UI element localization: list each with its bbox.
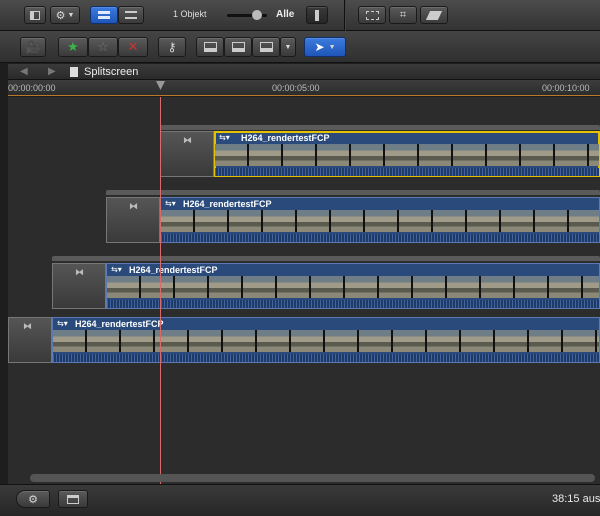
chevron-down-icon: ▼ [328, 43, 336, 51]
transition-icon: ⧓ [75, 267, 84, 277]
film-reel-icon: ⚙ [28, 493, 38, 506]
video-clip[interactable]: H264_rendertestFCP ⇆▾ [214, 131, 600, 177]
connection-bar [52, 256, 600, 261]
clip-name: H264_rendertestFCP [241, 133, 330, 143]
zoom-slider-knob[interactable] [252, 10, 262, 20]
filmstrip [107, 276, 599, 298]
camera-icon: 🎥 [25, 40, 41, 54]
clip-menu-icon[interactable]: ⇆▾ [57, 319, 68, 328]
timeline-header: ◀ ▶ Splitscreen [8, 64, 600, 80]
clip-name: H264_rendertestFCP [129, 265, 218, 275]
filmstrip [215, 144, 599, 166]
import-button[interactable]: 🎥 [20, 37, 46, 57]
edit-mode-menu-button[interactable]: ▼ [280, 37, 296, 57]
project-icon [70, 67, 78, 77]
list-view-button[interactable] [118, 6, 144, 24]
reject-button[interactable]: ✕ [118, 37, 148, 57]
connect-icon [203, 42, 217, 52]
unrate-button[interactable]: ☆ [88, 37, 118, 57]
gap-clip[interactable]: ⧓ [106, 197, 160, 243]
video-clip[interactable]: H264_rendertestFCP ⇆▾ [52, 317, 600, 363]
clip-menu-icon[interactable]: ⇆▾ [165, 199, 176, 208]
favorite-button[interactable]: ★ [58, 37, 88, 57]
duration-status: 38:15 aus [552, 493, 600, 505]
connect-clip-button[interactable] [196, 37, 224, 57]
timeline-area[interactable]: ⧓ H264_rendertestFCP ⇆▾ ⧓ H264_rendertes… [8, 97, 600, 484]
forward-arrow-icon[interactable]: ▶ [48, 66, 56, 77]
star-outline-icon: ☆ [97, 39, 109, 54]
sidebar-icon [30, 10, 40, 20]
project-title: Splitscreen [84, 66, 139, 78]
clip-count-label: 1 Objekt [173, 9, 207, 19]
crop-button[interactable]: ⌗ [389, 6, 417, 24]
clip-name: H264_rendertestFCP [75, 319, 164, 329]
arrow-cursor-icon: ➤ [314, 40, 325, 54]
gap-clip[interactable]: ⧓ [8, 317, 52, 363]
timeline-index-button[interactable] [58, 490, 88, 508]
crop-icon: ⌗ [399, 8, 407, 21]
chevron-down-icon: ▼ [67, 11, 75, 19]
filmstrip-view-button[interactable] [90, 6, 118, 24]
timecode-ruler[interactable]: 00:00:00:00 00:00:05:00 00:00:10:00 [8, 80, 600, 96]
ruler-tick-label: 00:00:05:00 [272, 83, 320, 93]
media-browser-button[interactable]: ⚙ [16, 490, 50, 508]
ruler-tick-label: 00:00:00:00 [8, 83, 56, 93]
connection-bar [106, 190, 600, 195]
ruler-tick-label: 00:00:10:00 [542, 83, 590, 93]
insert-clip-button[interactable] [224, 37, 252, 57]
transform-icon [365, 10, 379, 20]
key-icon: ⚷ [167, 40, 177, 54]
gear-icon: ⚙ [55, 9, 66, 22]
back-arrow-icon[interactable]: ◀ [20, 66, 28, 77]
settings-menu-button[interactable]: ⚙ ▼ [50, 6, 80, 24]
connection-bar [160, 125, 600, 130]
clip-menu-icon[interactable]: ⇆▾ [111, 265, 122, 274]
append-clip-button[interactable] [252, 37, 280, 57]
gap-clip[interactable]: ⧓ [160, 131, 214, 177]
chevron-down-icon: ▼ [284, 43, 292, 51]
filmstrip-view-icon [98, 11, 110, 19]
audio-meter-icon [315, 9, 319, 21]
insert-icon [231, 42, 245, 52]
playhead[interactable] [160, 97, 161, 484]
star-filled-icon: ★ [67, 39, 79, 54]
video-clip[interactable]: H264_rendertestFCP ⇆▾ [106, 263, 600, 309]
filmstrip [161, 210, 599, 232]
zoom-slider[interactable] [224, 7, 270, 23]
distort-button[interactable] [420, 6, 448, 24]
audio-waveform [215, 168, 599, 176]
filmstrip [53, 330, 599, 352]
edit-toolbar: 🎥 ★ ☆ ✕ ⚷ ▼ ➤ ▼ [0, 31, 600, 63]
audio-waveform [161, 234, 599, 242]
clip-name: H264_rendertestFCP [183, 199, 272, 209]
select-tool-button[interactable]: ➤ ▼ [304, 37, 346, 57]
transform-button[interactable] [358, 6, 386, 24]
transition-icon: ⧓ [183, 135, 192, 145]
top-toolbar: ⚙ ▼ 1 Objekt Alle ⌗ [0, 0, 600, 31]
list-icon [67, 494, 79, 504]
bottom-bar: ⚙ 38:15 aus [0, 484, 600, 516]
append-icon [259, 42, 273, 52]
playhead-handle[interactable] [156, 81, 165, 90]
close-icon: ✕ [127, 39, 139, 54]
transition-icon: ⧓ [129, 201, 138, 211]
video-clip[interactable]: H264_rendertestFCP ⇆▾ [160, 197, 600, 243]
distort-icon [425, 10, 443, 20]
audio-waveform [107, 300, 599, 308]
audio-waveform [53, 354, 599, 362]
transition-icon: ⧓ [23, 321, 32, 331]
clip-menu-icon[interactable]: ⇆▾ [219, 133, 230, 142]
sidebar-toggle-button[interactable] [24, 6, 46, 24]
zoom-scope-label: Alle [276, 9, 295, 20]
audio-meter-button[interactable] [306, 6, 328, 24]
list-view-icon [125, 11, 137, 19]
keyword-button[interactable]: ⚷ [158, 37, 186, 57]
gap-clip[interactable]: ⧓ [52, 263, 106, 309]
horizontal-scrollbar[interactable] [30, 474, 595, 482]
